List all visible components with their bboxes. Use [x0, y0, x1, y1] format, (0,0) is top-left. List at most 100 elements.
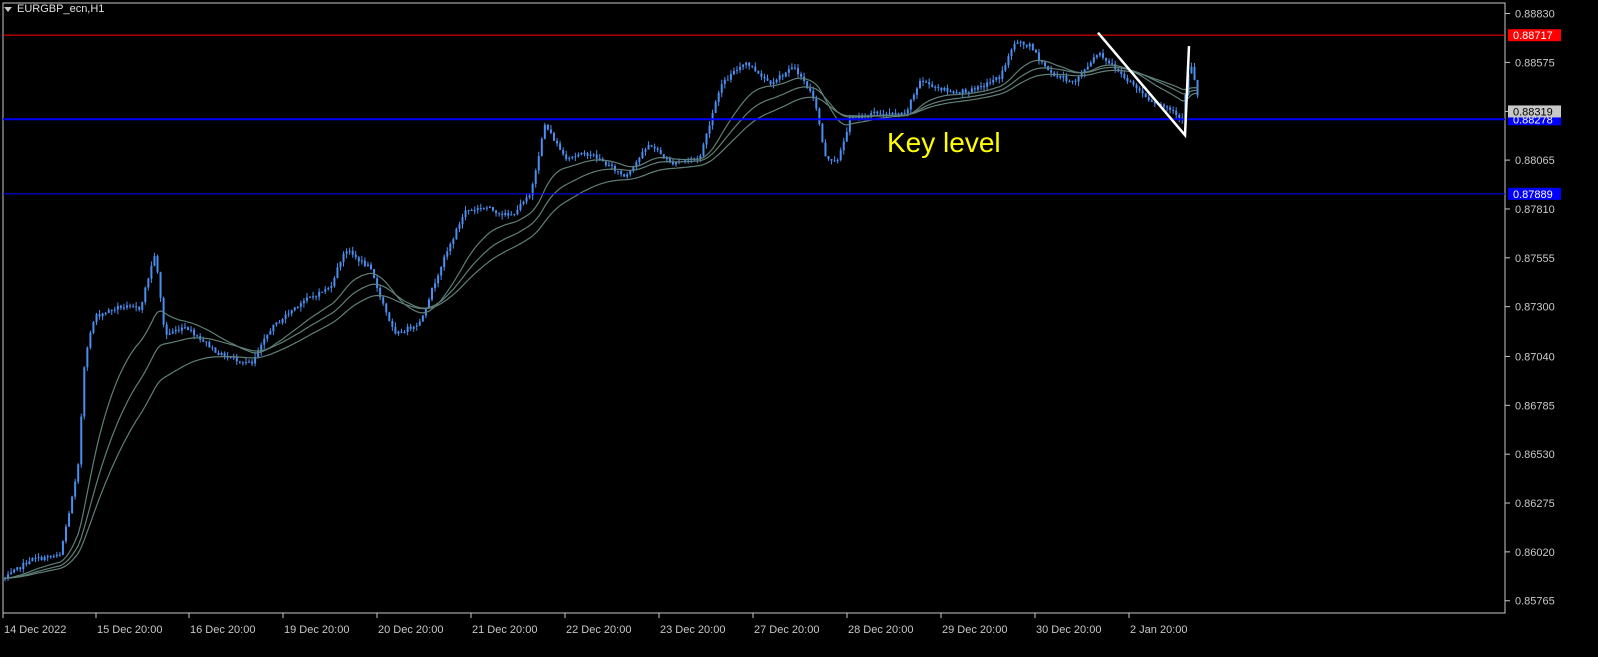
candle: [437, 273, 440, 288]
candle-body: [1175, 110, 1178, 115]
candle: [623, 173, 626, 177]
candle: [559, 140, 562, 151]
candle: [873, 107, 876, 116]
candle-body: [1004, 65, 1007, 71]
candle: [638, 156, 641, 166]
candle-body: [1007, 56, 1010, 66]
candle: [449, 242, 452, 256]
candle: [909, 99, 912, 115]
candle-body: [363, 260, 366, 266]
candle: [272, 324, 275, 336]
price-chart[interactable]: 0.88830 0.88575 0.88319 0.88065 0.87810 0.875…: [0, 0, 1598, 652]
candle-body: [138, 307, 141, 310]
candle: [363, 257, 366, 268]
time-tick-label: 15 Dec 20:00: [97, 624, 162, 636]
candle: [16, 566, 19, 572]
candle: [1190, 62, 1193, 74]
candle-body: [1031, 44, 1034, 50]
candle: [348, 247, 351, 255]
candle-body: [104, 313, 107, 315]
candle-body: [1077, 76, 1080, 82]
candle-body: [263, 338, 266, 345]
candle-body: [351, 250, 354, 255]
candle: [345, 248, 348, 259]
candle: [1108, 58, 1111, 65]
candle-body: [949, 91, 952, 93]
candle: [772, 77, 775, 89]
candle: [946, 84, 949, 95]
candle-body: [1056, 75, 1059, 77]
candle-body: [309, 296, 311, 298]
candle: [915, 87, 918, 99]
dropdown-triangle-icon[interactable]: [4, 6, 12, 12]
candle: [540, 136, 543, 157]
candle: [620, 169, 623, 177]
candle: [403, 329, 406, 334]
candle-body: [1169, 107, 1172, 110]
candle: [1166, 105, 1169, 112]
candle: [92, 320, 95, 335]
candle-body: [266, 334, 269, 339]
candle-body: [305, 297, 308, 301]
candle: [479, 203, 482, 212]
candle: [888, 108, 891, 116]
candle-body: [583, 152, 586, 154]
candle-body: [46, 556, 49, 558]
candle-body: [647, 145, 650, 150]
candle: [187, 326, 189, 331]
candle-body: [77, 464, 80, 482]
candle: [986, 78, 989, 91]
candle-body: [675, 162, 677, 165]
candle-body: [122, 307, 125, 309]
candle: [129, 303, 132, 309]
candle-body: [592, 154, 595, 156]
time-tick-label: 30 Dec 20:00: [1036, 624, 1101, 636]
candle-body: [577, 154, 580, 157]
candle-body: [986, 82, 989, 87]
price-tick-label: 0.86785: [1515, 400, 1555, 412]
price-tick-label: 0.85765: [1515, 596, 1555, 608]
candle-body: [272, 324, 275, 332]
candle: [961, 88, 964, 98]
price-tick-label: 0.88575: [1515, 57, 1555, 69]
candle-body: [970, 88, 973, 93]
candle: [388, 311, 391, 322]
candle-body: [1098, 53, 1101, 56]
candle-body: [562, 149, 565, 155]
candle: [1004, 62, 1007, 73]
candle: [714, 100, 717, 114]
candle-body: [144, 287, 147, 303]
candle-body: [565, 154, 568, 160]
candle-body: [1147, 97, 1150, 101]
candle-body: [110, 309, 113, 311]
candle: [116, 302, 119, 315]
candle-body: [976, 86, 979, 90]
candle-body: [211, 347, 214, 349]
candle-body: [345, 251, 348, 254]
chart-window[interactable]: EURGBP_ecn,H1 0.88830 0.88575 0.88319 0.880…: [0, 0, 1598, 652]
candle-body: [25, 562, 28, 565]
time-tick-label: 28 Dec 20:00: [848, 624, 913, 636]
candle-body: [458, 224, 461, 229]
candle-body: [729, 74, 732, 80]
candle: [705, 133, 708, 149]
candle-body: [409, 326, 412, 329]
symbol-title[interactable]: EURGBP_ecn,H1: [4, 3, 104, 15]
candle-body: [470, 210, 473, 212]
candle-body: [336, 267, 339, 278]
candle-body: [299, 303, 302, 307]
candle-body: [467, 210, 470, 212]
candle: [110, 309, 113, 315]
candle-body: [89, 332, 92, 348]
candle-body: [705, 133, 708, 145]
candle: [717, 90, 720, 106]
candle-body: [781, 75, 784, 77]
candle-body: [65, 526, 67, 542]
candle-body: [797, 68, 799, 75]
candle: [830, 158, 833, 165]
candle: [1147, 94, 1150, 102]
candle: [553, 131, 555, 142]
candle-body: [540, 138, 543, 157]
candle-body: [1135, 84, 1138, 89]
candle-body: [86, 347, 89, 368]
